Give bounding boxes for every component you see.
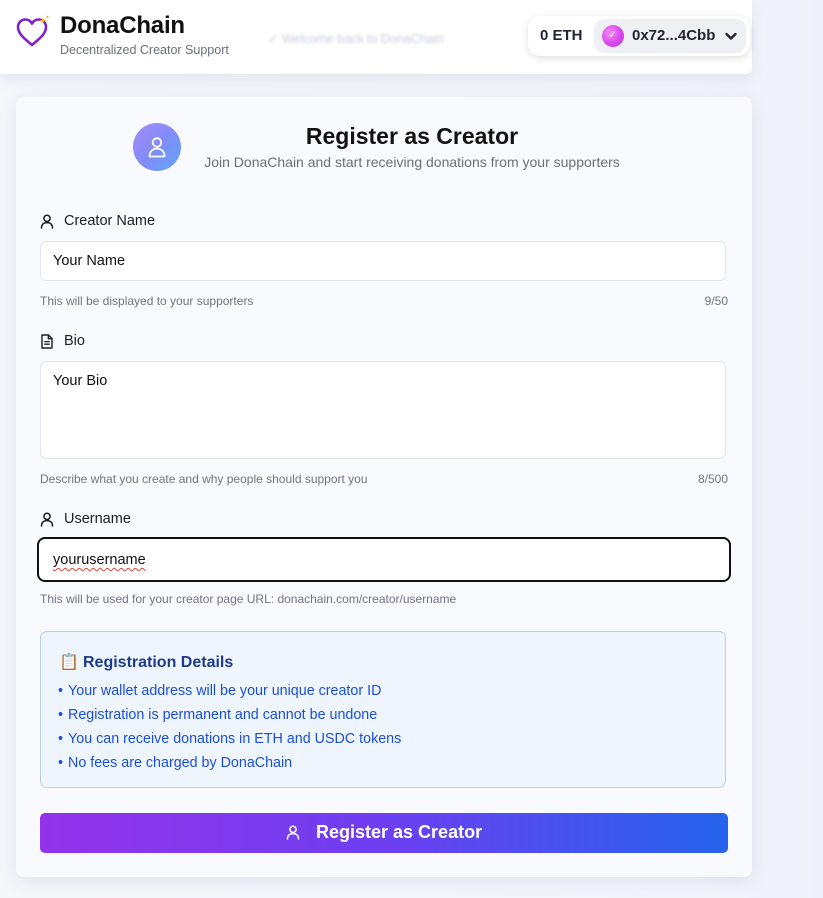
- top-header: DonaChain Decentralized Creator Support …: [0, 0, 752, 74]
- bio-counter: 8/500: [697, 472, 728, 486]
- creator-name-label-text: Creator Name: [64, 213, 156, 229]
- creator-name-hint: This will be displayed to your supporter…: [40, 294, 254, 308]
- registration-details-title-text: Registration Details: [83, 654, 234, 671]
- document-icon: [41, 334, 53, 349]
- account-button[interactable]: ✓ 0x72...4Cbb: [594, 19, 746, 53]
- page-title: Register as Creator: [305, 123, 519, 149]
- creator-avatar-icon: [133, 123, 181, 171]
- bio-hint: Describe what you create and why people …: [40, 472, 368, 486]
- app-name[interactable]: DonaChain: [60, 12, 185, 40]
- register-card: Register as Creator Join DonaChain and s…: [16, 97, 752, 877]
- creator-name-input[interactable]: [40, 241, 726, 281]
- heart-logo-icon[interactable]: [15, 15, 51, 51]
- wallet-widget: 0 ETH ✓ 0x72...4Cbb: [528, 16, 750, 56]
- clipboard-icon: 📋: [59, 654, 79, 671]
- chevron-down-icon: [724, 29, 738, 43]
- register-button-label: Register as Creator: [316, 822, 483, 842]
- list-item: Your wallet address will be your unique …: [58, 682, 401, 706]
- list-item: No fees are charged by DonaChain: [58, 754, 401, 778]
- register-button[interactable]: Register as Creator: [40, 813, 728, 853]
- registration-details-box: 📋Registration Details Your wallet addres…: [40, 631, 726, 788]
- page-subtitle: Join DonaChain and start receiving donat…: [204, 154, 620, 170]
- app-tagline: Decentralized Creator Support: [60, 43, 229, 57]
- user-icon: [40, 512, 54, 527]
- bio-textarea[interactable]: Your Bio: [40, 361, 726, 459]
- registration-details-list: Your wallet address will be your unique …: [58, 682, 401, 778]
- creator-name-counter: 9/50: [704, 294, 728, 308]
- username-value: yourusername: [53, 552, 146, 568]
- faded-notification: ✓ Welcome back to DonaChain: [268, 32, 444, 46]
- account-avatar: ✓: [602, 25, 624, 47]
- user-icon: [286, 825, 300, 840]
- username-input[interactable]: yourusername: [37, 537, 731, 582]
- account-address: 0x72...4Cbb: [632, 27, 716, 44]
- username-hint: This will be used for your creator page …: [40, 592, 457, 606]
- user-icon: [40, 214, 54, 229]
- bio-label-text: Bio: [64, 333, 85, 349]
- username-label-text: Username: [64, 511, 131, 527]
- wallet-balance: 0 ETH: [540, 27, 583, 44]
- list-item: Registration is permanent and cannot be …: [58, 706, 401, 730]
- registration-details-title: 📋 Registration Details: [59, 652, 233, 672]
- list-item: You can receive donations in ETH and USD…: [58, 730, 401, 754]
